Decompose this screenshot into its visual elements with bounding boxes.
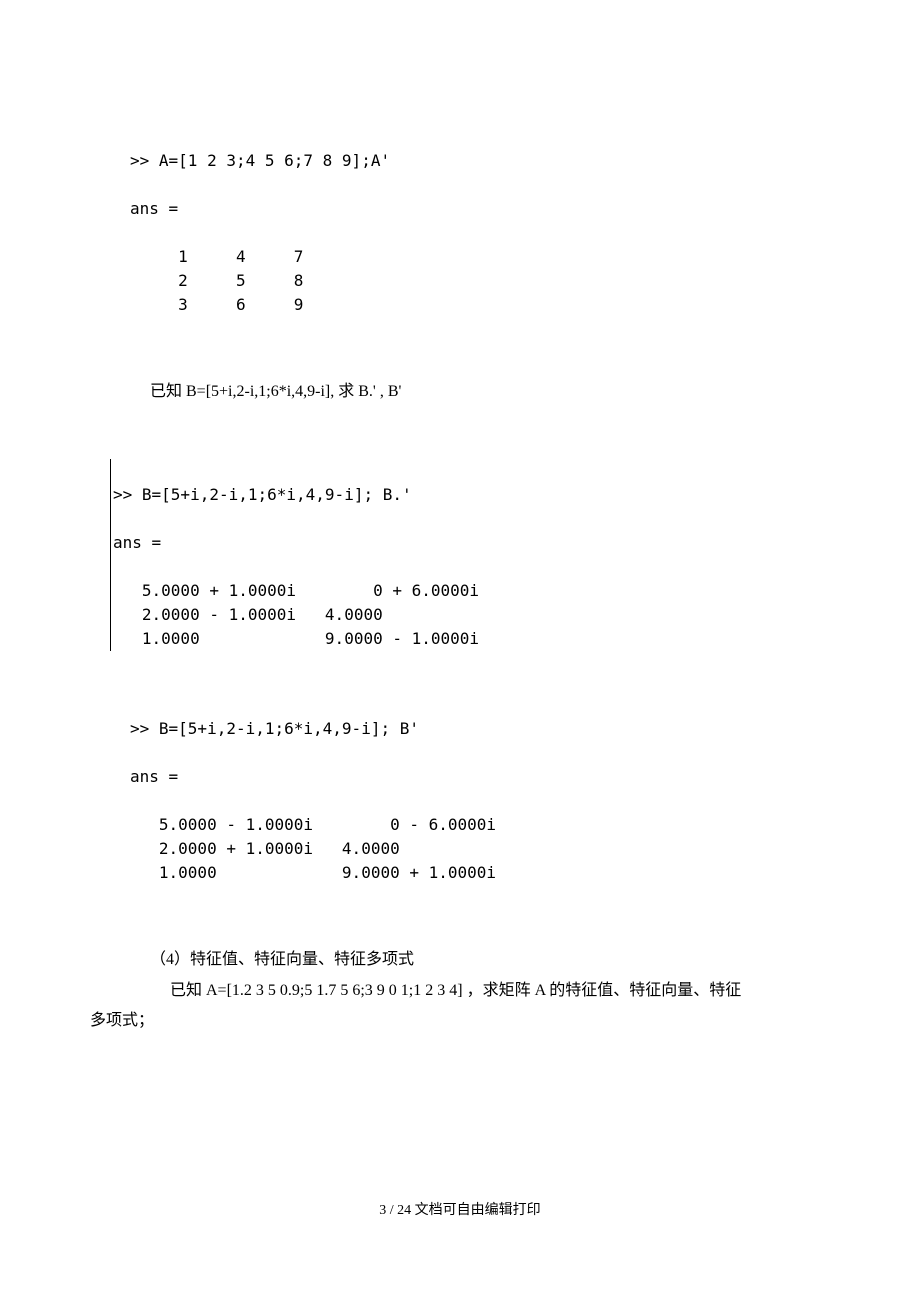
page-footer: 3 / 24 文档可自由编辑打印: [0, 1199, 920, 1219]
code-line: 2.0000 - 1.0000i 4.0000: [113, 605, 479, 624]
code-block-3: >> B=[5+i,2-i,1;6*i,4,9-i]; B' ans = 5.0…: [130, 693, 830, 885]
code-line: >> B=[5+i,2-i,1;6*i,4,9-i]; B.': [113, 485, 412, 504]
section-4: （4）特征值、特征向量、特征多项式 已知 A=[1.2 3 5 0.9;5 1.…: [90, 945, 830, 1036]
code-line: 3 6 9: [130, 295, 303, 314]
code-line: 5.0000 - 1.0000i 0 - 6.0000i: [130, 815, 496, 834]
code-block-2: >> B=[5+i,2-i,1;6*i,4,9-i]; B.' ans = 5.…: [110, 459, 830, 651]
code-line: ans =: [130, 767, 178, 786]
code-line: 2.0000 + 1.0000i 4.0000: [130, 839, 496, 858]
code-line: 1.0000 9.0000 + 1.0000i: [130, 863, 496, 882]
code-line: 5.0000 + 1.0000i 0 + 6.0000i: [113, 581, 479, 600]
code-line: >> A=[1 2 3;4 5 6;7 8 9];A': [130, 151, 390, 170]
prompt-text-1: 已知 B=[5+i,2-i,1;6*i,4,9-i], 求 B.' , B': [150, 377, 830, 407]
code-line: 2 5 8: [130, 271, 303, 290]
section-4-body1: 已知 A=[1.2 3 5 0.9;5 1.7 5 6;3 9 0 1;1 2 …: [90, 976, 830, 1006]
code-line: ans =: [130, 199, 178, 218]
code-line: 1.0000 9.0000 - 1.0000i: [113, 629, 479, 648]
code-block-1: >> A=[1 2 3;4 5 6;7 8 9];A' ans = 1 4 7 …: [130, 125, 830, 317]
section-4-heading: （4）特征值、特征向量、特征多项式: [90, 945, 830, 975]
code-block-2-wrapper: >> B=[5+i,2-i,1;6*i,4,9-i]; B.' ans = 5.…: [90, 459, 830, 651]
section-4-body2: 多项式；: [90, 1006, 830, 1036]
code-line: 1 4 7: [130, 247, 303, 266]
code-line: ans =: [113, 533, 161, 552]
code-line: >> B=[5+i,2-i,1;6*i,4,9-i]; B': [130, 719, 419, 738]
page-content: >> A=[1 2 3;4 5 6;7 8 9];A' ans = 1 4 7 …: [0, 0, 920, 1037]
